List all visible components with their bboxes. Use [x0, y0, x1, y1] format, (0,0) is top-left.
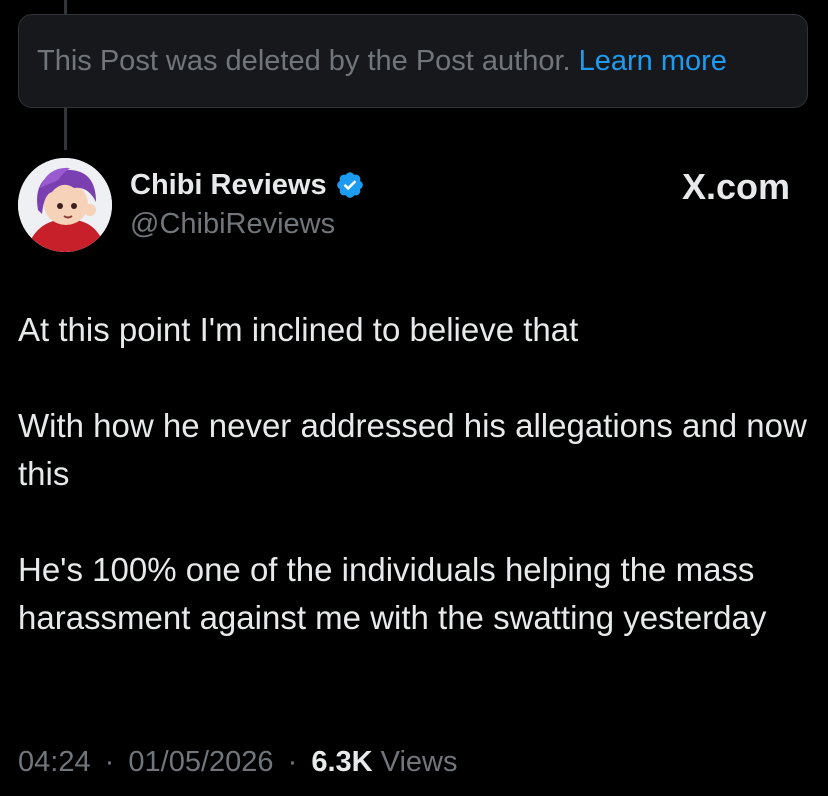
- views-count: 6.3K: [311, 746, 373, 778]
- author-info: Chibi Reviews @ChibiReviews: [130, 166, 365, 241]
- post-body: At this point I'm inclined to believe th…: [18, 306, 808, 642]
- meta-separator: ·: [104, 746, 115, 778]
- deleted-notice-text: This Post was deleted by the Post author…: [37, 44, 571, 77]
- avatar[interactable]: [18, 158, 112, 252]
- post-meta: 04:24 · 01/05/2026 · 6.3K Views: [18, 746, 458, 779]
- author-name[interactable]: Chibi Reviews: [130, 169, 327, 202]
- views-label: Views: [380, 746, 458, 778]
- thread-connector-top: [64, 0, 67, 14]
- post-paragraph: At this point I'm inclined to believe th…: [18, 311, 579, 348]
- x-brand-label: X.com: [682, 166, 790, 208]
- deleted-post-notice: This Post was deleted by the Post author…: [18, 14, 808, 108]
- meta-separator: ·: [287, 746, 298, 778]
- post-time[interactable]: 04:24: [18, 746, 91, 778]
- avatar-illustration: [18, 158, 112, 252]
- learn-more-link[interactable]: Learn more: [579, 45, 727, 78]
- author-handle[interactable]: @ChibiReviews: [130, 208, 365, 241]
- post-date[interactable]: 01/05/2026: [128, 746, 273, 778]
- post-paragraph: With how he never addressed his allegati…: [18, 407, 807, 492]
- thread-connector: [64, 108, 67, 150]
- post-paragraph: He's 100% one of the individuals helping…: [18, 551, 767, 636]
- verified-badge-icon: [335, 170, 365, 200]
- x-brand-text: X.com: [681, 166, 790, 207]
